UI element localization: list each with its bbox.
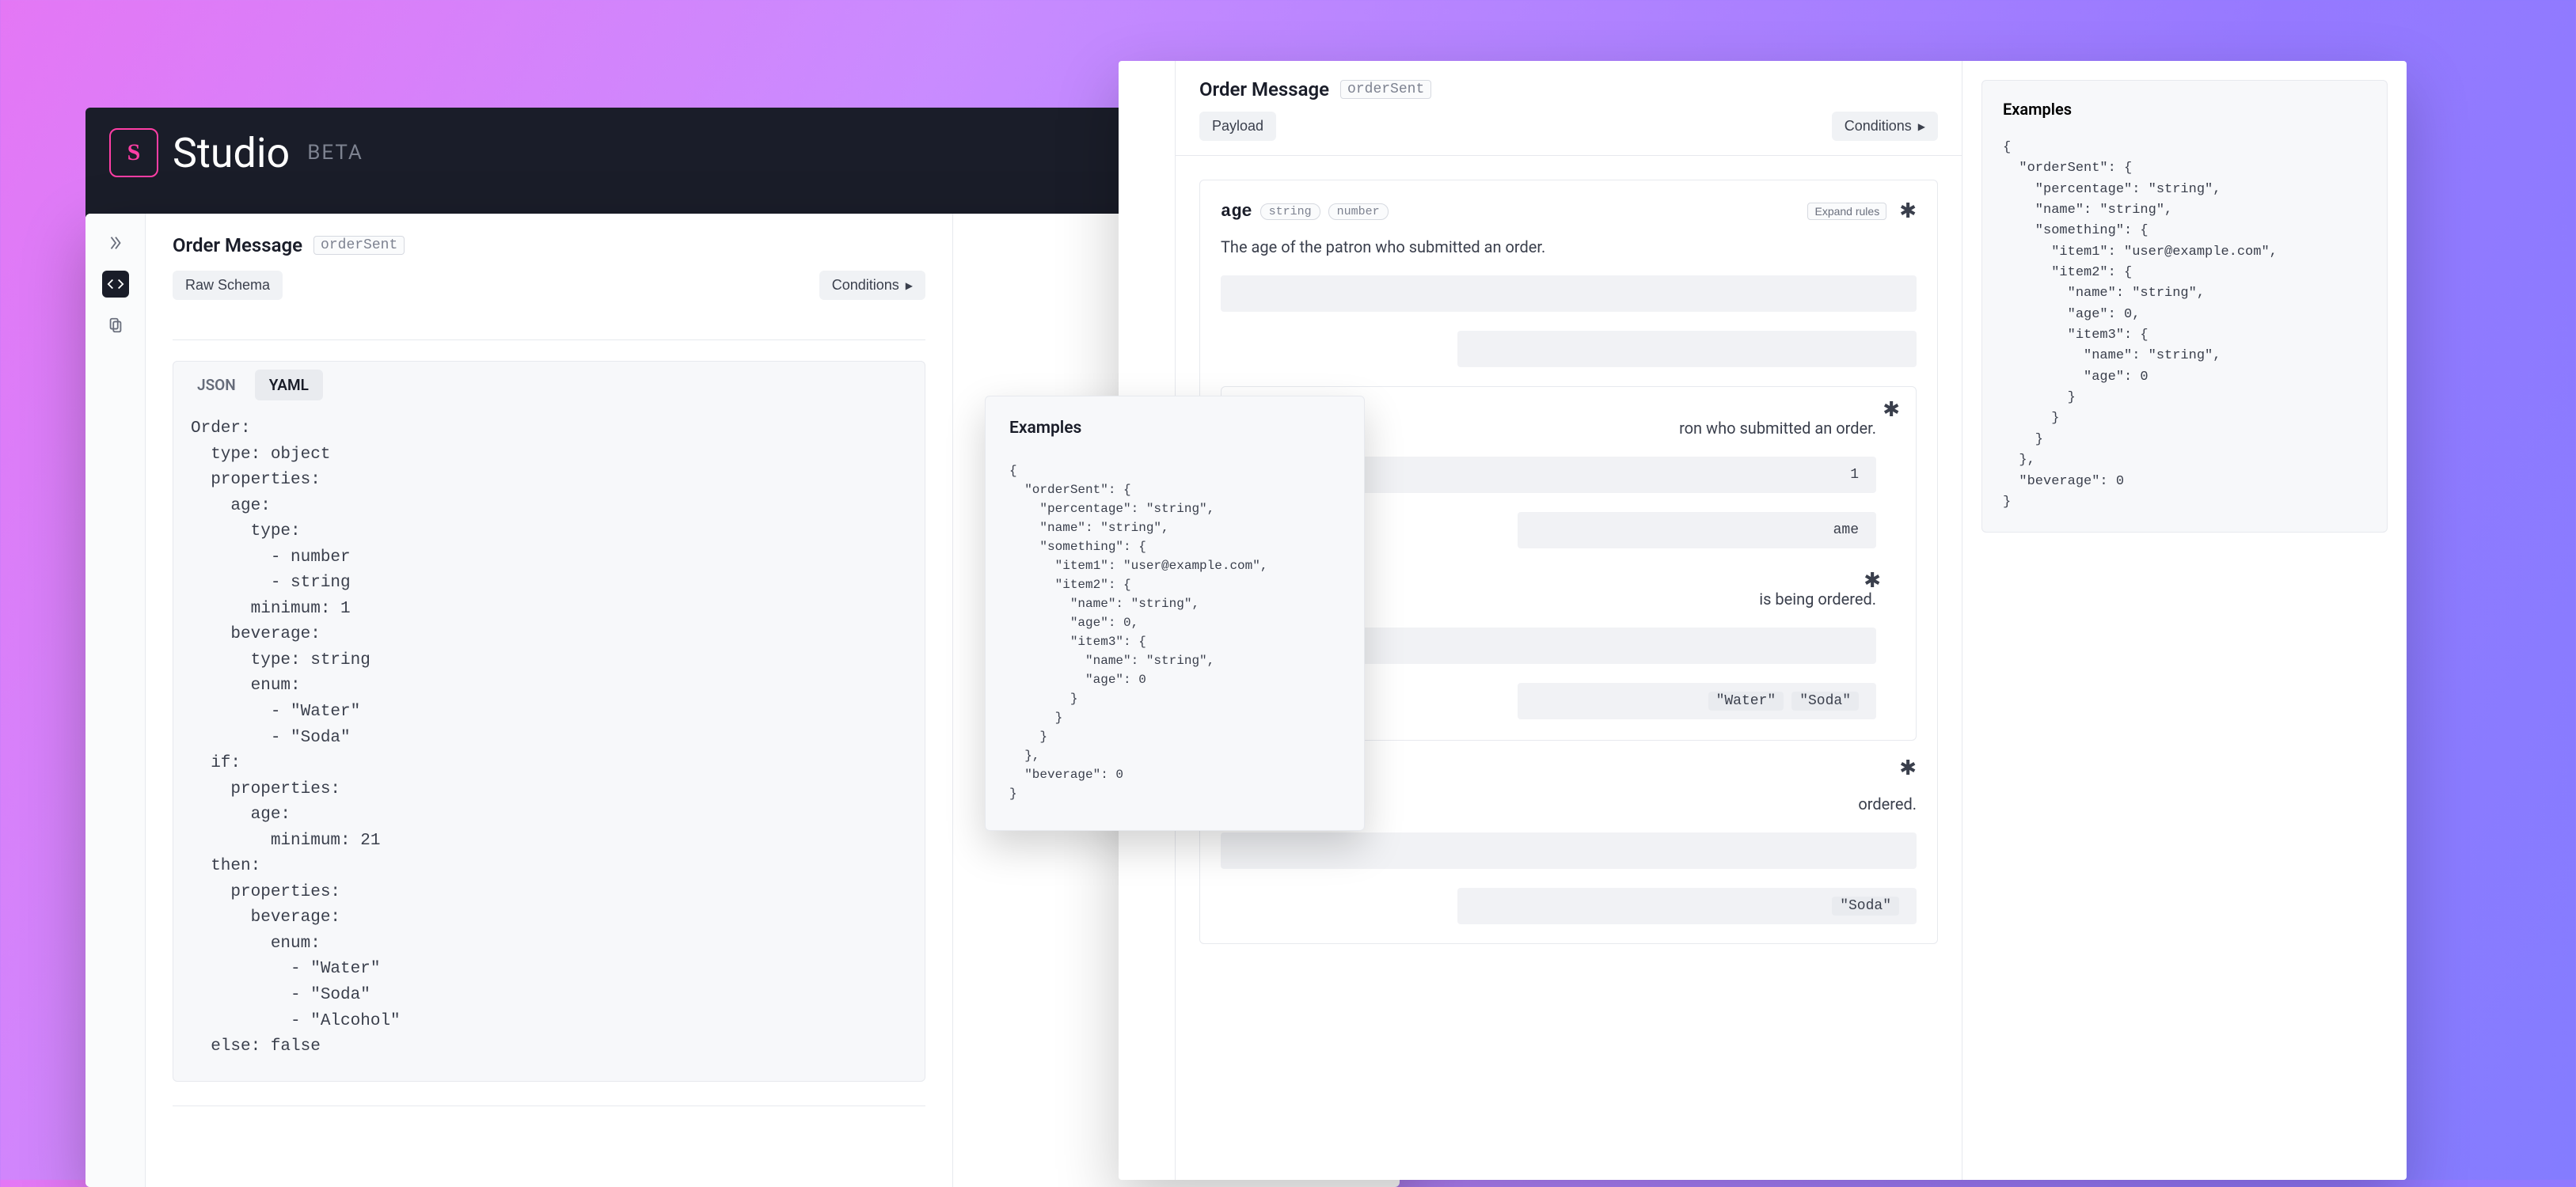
conditions-label: Conditions <box>832 277 899 294</box>
conditions-button[interactable]: Conditions ▶ <box>819 271 925 300</box>
docs-title: Order Message <box>1199 78 1329 100</box>
play-icon: ▶ <box>906 280 913 291</box>
type-number-pill: number <box>1328 203 1389 220</box>
enum-row <box>1332 628 1876 664</box>
docs-conditions-button[interactable]: Conditions ▶ <box>1832 112 1938 141</box>
min-value: 1 <box>1850 467 1859 483</box>
docs-tag: orderSent <box>1340 80 1431 99</box>
play-icon: ▶ <box>1918 121 1925 132</box>
examples-title: Examples <box>1009 419 1340 438</box>
message-tag: orderSent <box>313 236 405 255</box>
studio-beta-badge: BETA <box>307 141 363 165</box>
examples-title: Examples <box>2003 100 2366 119</box>
examples-code[interactable]: { "orderSent": { "percentage": "string",… <box>2003 138 2366 513</box>
schema-tail: ame <box>1833 522 1859 538</box>
examples-code[interactable]: { "orderSent": { "percentage": "string",… <box>1009 461 1340 803</box>
tab-yaml[interactable]: YAML <box>255 370 323 400</box>
enum-soda: "Soda" <box>1832 897 1899 916</box>
min-row: 1 <box>1332 457 1876 493</box>
schema-code[interactable]: Order: type: object properties: age: typ… <box>173 400 925 1081</box>
editor-main: Order Message orderSent Raw Schema Condi… <box>146 214 953 1187</box>
nested-desc: ron who submitted an order. <box>1332 419 1876 438</box>
examples-card-middle: Examples { "orderSent": { "percentage": … <box>985 396 1365 831</box>
expand-sidebar-icon[interactable] <box>102 229 129 256</box>
divider <box>173 339 925 340</box>
expand-rules-button[interactable]: Expand rules <box>1807 203 1886 220</box>
copy-icon[interactable] <box>102 312 129 339</box>
enum-values-row: "Water" "Soda" <box>1518 683 1876 719</box>
tab-json[interactable]: JSON <box>183 370 250 400</box>
enum-values-row: "Soda" <box>1457 888 1917 924</box>
constraint-row <box>1221 275 1917 312</box>
examples-card-right: Examples { "orderSent": { "percentage": … <box>1981 80 2388 533</box>
enum-water: "Water" <box>1708 692 1784 711</box>
code-view-icon[interactable] <box>102 271 129 298</box>
field-age-desc: The age of the patron who submitted an o… <box>1221 237 1917 256</box>
divider <box>1176 155 1962 156</box>
type-string-pill: string <box>1260 203 1320 220</box>
schema-row: ame <box>1518 512 1876 548</box>
field-age-name: age <box>1221 202 1252 222</box>
constraint-row <box>1457 331 1917 367</box>
studio-title: Studio <box>173 129 290 177</box>
required-icon: ✱ <box>1883 398 1900 422</box>
message-title: Order Message <box>173 234 302 256</box>
schema-editor-card: JSON YAML Order: type: object properties… <box>173 361 925 1082</box>
required-icon: ✱ <box>1864 569 1881 593</box>
enum-soda: "Soda" <box>1791 692 1859 711</box>
studio-logo-icon: S <box>109 128 158 177</box>
divider <box>173 1105 925 1106</box>
docs-examples-panel: Examples { "orderSent": { "percentage": … <box>1962 61 2407 1180</box>
required-icon: ✱ <box>1899 757 1917 780</box>
required-icon: ✱ <box>1899 199 1917 223</box>
beverage-desc: is being ordered. <box>1332 590 1876 609</box>
payload-button[interactable]: Payload <box>1199 112 1276 141</box>
raw-schema-button[interactable]: Raw Schema <box>173 271 283 300</box>
editor-sidebar <box>85 214 146 1187</box>
docs-conditions-label: Conditions <box>1845 118 1912 135</box>
constraint-row <box>1221 832 1917 869</box>
